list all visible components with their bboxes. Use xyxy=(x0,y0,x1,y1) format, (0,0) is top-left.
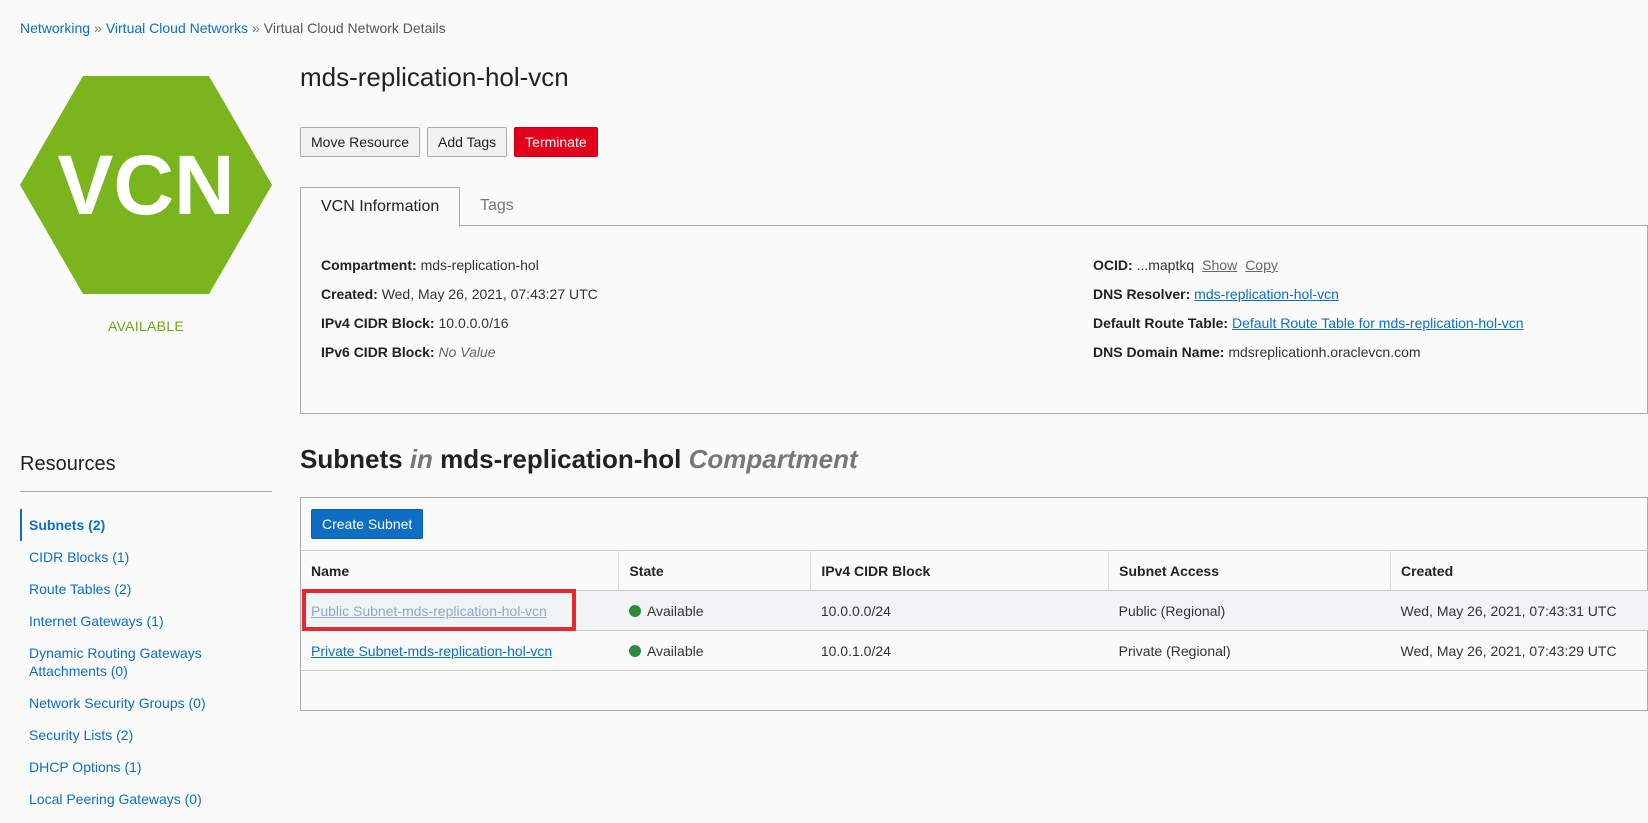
create-subnet-button[interactable]: Create Subnet xyxy=(311,509,424,539)
resources-divider xyxy=(20,491,272,492)
info-column-right: OCID: ...maptkq Show Copy DNS Resolver: md… xyxy=(1093,257,1524,373)
table-row: Public Subnet-mds-replication-hol-vcn Av… xyxy=(301,590,1648,631)
subnets-panel: Create Subnet Name State IPv4 CIDR Block… xyxy=(300,497,1648,711)
dns-domain-value: mdsreplicationh.oraclevcn.com xyxy=(1228,344,1421,360)
vcn-information-panel: Compartment: mds-replication-hol Created… xyxy=(300,225,1648,414)
table-header-row: Name State IPv4 CIDR Block Subnet Access… xyxy=(301,550,1648,591)
detail-tabs: VCN Information Tags xyxy=(300,187,1648,227)
field-label: Default Route Table: xyxy=(1093,315,1229,331)
subnets-title-compartment: mds-replication-hol xyxy=(440,444,682,474)
ocid-value: ...maptkq xyxy=(1136,257,1195,273)
subnet-cidr: 10.0.0.0/24 xyxy=(810,590,1109,631)
info-column-left: Compartment: mds-replication-hol Created… xyxy=(321,257,598,373)
subnets-heading: Subnets in mds-replication-hol Compartme… xyxy=(300,444,858,475)
created-value: Wed, May 26, 2021, 07:43:27 UTC xyxy=(381,286,598,302)
vcn-logo-text: VCN xyxy=(57,138,234,232)
field-label: IPv4 CIDR Block: xyxy=(321,315,435,331)
resource-item-network-security-groups[interactable]: Network Security Groups (0) xyxy=(20,687,272,719)
default-route-table-field: Default Route Table: Default Route Table… xyxy=(1093,315,1524,344)
field-label: OCID: xyxy=(1093,257,1133,273)
resource-item-subnets[interactable]: Subnets (2) xyxy=(20,509,272,541)
subnets-table: Name State IPv4 CIDR Block Subnet Access… xyxy=(301,550,1648,671)
resource-item-local-peering-gateways[interactable]: Local Peering Gateways (0) xyxy=(20,783,272,815)
subnet-name-cell: Private Subnet-mds-replication-hol-vcn xyxy=(301,630,619,671)
ipv4-cidr-field: IPv4 CIDR Block: 10.0.0.0/16 xyxy=(321,315,598,344)
subnet-access: Public (Regional) xyxy=(1108,590,1391,631)
default-route-table-link[interactable]: Default Route Table for mds-replication-… xyxy=(1232,315,1524,331)
resources-heading: Resources xyxy=(20,453,116,475)
breadcrumb-networking[interactable]: Networking xyxy=(20,20,90,36)
field-label: IPv6 CIDR Block: xyxy=(321,344,435,360)
ocid-show-link[interactable]: Show xyxy=(1202,257,1237,273)
breadcrumb-separator: » xyxy=(251,20,260,36)
resource-item-internet-gateways[interactable]: Internet Gateways (1) xyxy=(20,605,272,637)
resource-item-drg-attachments[interactable]: Dynamic Routing Gateways Attachments (0) xyxy=(20,637,272,687)
resource-item-cidr-blocks[interactable]: CIDR Blocks (1) xyxy=(20,541,272,573)
resources-nav: Subnets (2) CIDR Blocks (1) Route Tables… xyxy=(20,509,272,815)
column-header-name[interactable]: Name xyxy=(301,550,620,591)
column-header-state[interactable]: State xyxy=(618,550,812,591)
terminate-button[interactable]: Terminate xyxy=(514,127,598,157)
vcn-hexagon-icon: VCN xyxy=(20,76,272,294)
ipv6-cidr-value: No Value xyxy=(438,344,496,360)
subnets-title-in: in xyxy=(409,444,433,474)
resource-item-security-lists[interactable]: Security Lists (2) xyxy=(20,719,272,751)
tab-vcn-information[interactable]: VCN Information xyxy=(300,187,461,227)
subnets-title-text: Subnets xyxy=(300,444,403,474)
ipv4-cidr-value: 10.0.0.0/16 xyxy=(438,315,509,331)
ocid-field: OCID: ...maptkq Show Copy xyxy=(1093,257,1524,286)
subnet-name-cell: Public Subnet-mds-replication-hol-vcn xyxy=(301,590,619,631)
field-label: DNS Domain Name: xyxy=(1093,344,1225,360)
ipv6-cidr-field: IPv6 CIDR Block: No Value xyxy=(321,344,598,373)
breadcrumb: Networking» Virtual Cloud Networks» Virtua… xyxy=(20,20,446,36)
subnet-created: Wed, May 26, 2021, 07:43:31 UTC xyxy=(1390,590,1648,631)
compartment-value: mds-replication-hol xyxy=(420,257,539,273)
subnet-state-cell: Available xyxy=(618,590,811,631)
compartment-field: Compartment: mds-replication-hol xyxy=(321,257,598,286)
subnet-created: Wed, May 26, 2021, 07:43:29 UTC xyxy=(1390,630,1648,671)
column-header-subnet-access[interactable]: Subnet Access xyxy=(1108,550,1391,591)
column-header-created[interactable]: Created xyxy=(1390,550,1648,591)
subnet-state: Available xyxy=(646,642,704,659)
dns-domain-field: DNS Domain Name: mdsreplicationh.oraclev… xyxy=(1093,344,1524,373)
subnet-name-link[interactable]: Public Subnet-mds-replication-hol-vcn xyxy=(311,603,547,619)
resource-item-route-tables[interactable]: Route Tables (2) xyxy=(20,573,272,605)
field-label: Compartment: xyxy=(321,257,417,273)
field-label: Created: xyxy=(321,286,378,302)
breadcrumb-current: Virtual Cloud Network Details xyxy=(263,20,446,36)
move-resource-button[interactable]: Move Resource xyxy=(300,127,421,157)
breadcrumb-separator: » xyxy=(94,20,102,36)
field-label: DNS Resolver: xyxy=(1093,286,1191,302)
lifecycle-status: AVAILABLE xyxy=(107,318,185,334)
breadcrumb-virtual-cloud-networks[interactable]: Virtual Cloud Networks xyxy=(106,20,248,36)
action-toolbar: Move Resource Add Tags Terminate xyxy=(300,127,598,157)
subnet-cidr: 10.0.1.0/24 xyxy=(810,630,1109,671)
created-field: Created: Wed, May 26, 2021, 07:43:27 UTC xyxy=(321,286,598,315)
subnet-access: Private (Regional) xyxy=(1108,630,1391,671)
subnets-title-compartment-word: Compartment xyxy=(688,444,858,474)
column-header-ipv4-cidr[interactable]: IPv4 CIDR Block xyxy=(810,550,1110,591)
dns-resolver-field: DNS Resolver: mds-replication-hol-vcn xyxy=(1093,286,1524,315)
add-tags-button[interactable]: Add Tags xyxy=(427,127,508,157)
subnet-name-link[interactable]: Private Subnet-mds-replication-hol-vcn xyxy=(311,643,552,659)
status-dot-icon xyxy=(628,644,641,657)
resource-item-dhcp-options[interactable]: DHCP Options (1) xyxy=(20,751,272,783)
page-title: mds-replication-hol-vcn xyxy=(300,62,569,92)
dns-resolver-link[interactable]: mds-replication-hol-vcn xyxy=(1194,286,1339,302)
status-dot-icon xyxy=(628,604,641,617)
table-row: Private Subnet-mds-replication-hol-vcn A… xyxy=(301,630,1648,671)
subnet-state-cell: Available xyxy=(618,630,811,671)
tab-tags[interactable]: Tags xyxy=(460,187,534,227)
subnet-state: Available xyxy=(646,602,704,619)
ocid-copy-link[interactable]: Copy xyxy=(1245,257,1278,273)
